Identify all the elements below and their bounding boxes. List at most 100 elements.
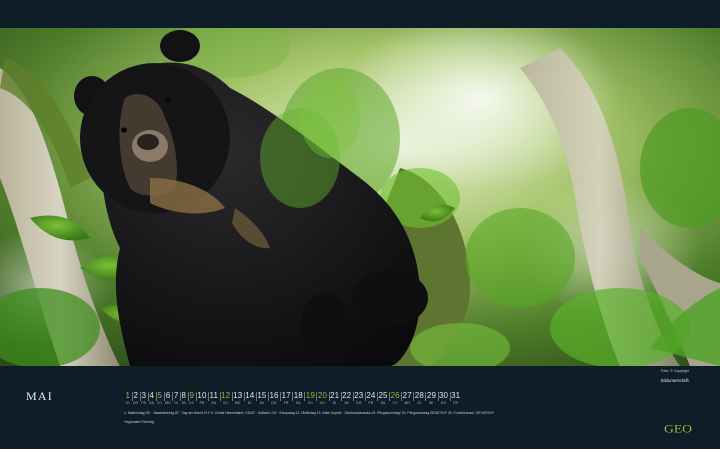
day-cell: 14 DI: [243, 390, 256, 406]
day-cell: 26 SO: [389, 390, 401, 406]
day-cell: 12 SO: [219, 390, 232, 406]
weekday-label: DO: [271, 401, 277, 405]
day-strip: 1 MI 2 DO 3 FR 4 SA 5 SO 6 MO 7 DI 8 MI 9 DO 10 FR 11 SA 12 SO 1…: [124, 390, 462, 406]
day-number: 18: [293, 391, 303, 400]
weekday-label: DI: [174, 401, 179, 405]
day-cell: 27 MO: [401, 390, 413, 406]
day-cell: 1 MI: [124, 390, 132, 406]
weekday-label: SO: [157, 401, 163, 405]
weekday-label: FR: [453, 401, 459, 405]
weekday-label: MI: [429, 401, 434, 405]
day-number: 17: [281, 391, 291, 400]
day-number: 6: [165, 391, 171, 400]
day-cell: 25 SA: [376, 390, 389, 406]
day-number: 9: [189, 391, 194, 400]
weekday-label: FR: [368, 401, 374, 405]
day-cell: 18 SA: [292, 390, 304, 406]
day-cell: 8 MI: [179, 390, 188, 406]
bear-photo: [0, 28, 720, 366]
day-cell: 28 DI: [413, 390, 425, 406]
day-cell: 22 MI: [340, 390, 353, 406]
day-number: 24: [366, 391, 376, 400]
month-name: MAI: [26, 389, 53, 403]
weekday-label: MO: [165, 401, 171, 405]
top-border: [0, 0, 720, 28]
weekday-label: SA: [211, 401, 217, 405]
day-cell: 5 SO: [155, 390, 164, 406]
day-cell: 15 MI: [255, 390, 268, 406]
weekday-label: DO: [189, 401, 195, 405]
geo-logo: GEO: [664, 422, 692, 436]
day-cell: 17 FR: [280, 390, 292, 406]
weekday-label: MO: [404, 401, 411, 405]
day-number: 29: [426, 391, 436, 400]
weekday-label: FR: [283, 401, 289, 405]
day-number: 22: [342, 391, 352, 400]
photo-credit: Foto: © Copyright: [661, 369, 690, 373]
day-number: 3: [141, 391, 147, 400]
svg-text:GEO: GEO: [664, 422, 692, 436]
day-cell: 3 FR: [139, 390, 148, 406]
day-cell: 19 SO: [304, 390, 316, 406]
day-number: 13: [233, 391, 243, 400]
day-number: 30: [439, 391, 449, 400]
day-number: 10: [197, 391, 207, 400]
day-number: 14: [245, 391, 255, 400]
day-cell: 9 DO: [187, 390, 196, 406]
day-number: 19: [305, 391, 315, 400]
weekday-label: DI: [417, 401, 422, 405]
weekday-label: DO: [133, 401, 139, 405]
day-number: 20: [317, 391, 328, 400]
day-number: 16: [269, 391, 279, 400]
weekday-label: MO: [319, 401, 326, 405]
day-cell: 4 SA: [147, 390, 156, 406]
day-cell: 16 DO: [267, 390, 280, 406]
weekday-label: MI: [344, 401, 349, 405]
weekday-label: MI: [259, 401, 264, 405]
day-number: 11: [209, 391, 219, 400]
day-number: 23: [354, 391, 364, 400]
day-number: 25: [378, 391, 388, 400]
day-number: 26: [390, 391, 400, 400]
weekday-label: SO: [307, 401, 313, 405]
day-cell: 6 MO: [163, 390, 173, 406]
day-cell: 10 FR: [195, 390, 208, 406]
weekday-label: SA: [295, 401, 301, 405]
holiday-footnote: *regionaler Feiertag: [124, 420, 154, 424]
day-cell: 31 FR: [449, 390, 462, 406]
calendar-page: MAI 1 MI 2 DO 3 FR 4 SA 5 SO 6 MO 7 DI 8 MI 9 DO 10 FR 11 SA 1…: [0, 0, 720, 453]
day-number: 15: [257, 391, 267, 400]
day-cell: 11 SA: [208, 390, 220, 406]
day-number: 21: [330, 391, 340, 400]
weekday-label: MI: [181, 401, 186, 405]
weekday-label: SO: [223, 401, 229, 405]
weekday-label: DO: [356, 401, 362, 405]
day-number: 1: [125, 391, 131, 400]
day-cell: 21 DI: [328, 390, 341, 406]
day-number: 28: [414, 391, 424, 400]
weekday-label: SO: [392, 401, 398, 405]
weekday-label: DI: [247, 401, 252, 405]
day-cell: 20 MO: [316, 390, 328, 406]
day-cell: 30 DO: [437, 390, 450, 406]
weekday-label: FR: [199, 401, 205, 405]
day-number: 31: [451, 391, 461, 400]
photo-caption: Bildunterschrift: [661, 378, 689, 383]
day-cell: 13 MO: [231, 390, 244, 406]
weekday-label: DI: [332, 401, 337, 405]
day-cell: 24 FR: [364, 390, 377, 406]
day-number: 7: [173, 391, 179, 400]
weekday-label: DO: [440, 401, 447, 405]
day-number: 2: [133, 391, 139, 400]
day-number: 27: [402, 391, 412, 400]
day-cell: 23 DO: [352, 390, 365, 406]
day-cell: 7 DI: [172, 390, 180, 406]
holiday-list: 1. Maifeiertag DE · Staatsfeiertag AT · …: [124, 411, 495, 415]
day-number: 4: [149, 391, 154, 400]
weekday-label: SA: [380, 401, 386, 405]
weekday-label: FR: [141, 401, 147, 405]
weekday-label: MO: [234, 401, 241, 405]
day-number: 5: [157, 391, 162, 400]
weekday-label: MI: [125, 401, 130, 405]
day-number: 12: [221, 391, 231, 400]
